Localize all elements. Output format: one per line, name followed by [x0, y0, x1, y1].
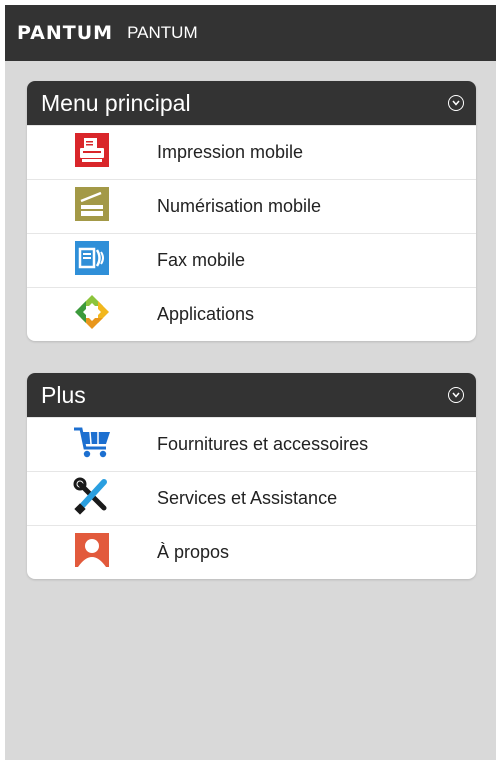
printer-icon: [75, 133, 109, 172]
chevron-down-icon[interactable]: [448, 95, 464, 111]
section-header[interactable]: Plus: [27, 373, 476, 417]
applications-icon: [73, 293, 111, 336]
shopping-cart-icon: [72, 424, 112, 465]
chevron-down-icon[interactable]: [448, 387, 464, 403]
menu-item-label: Services et Assistance: [157, 488, 338, 508]
app-title: PANTUM: [127, 23, 198, 42]
menu-item-label: Fax mobile: [157, 250, 246, 270]
menu-item-a-propos[interactable]: À propos: [27, 525, 476, 579]
menu-item-impression-mobile[interactable]: Impression mobile: [27, 125, 476, 179]
section-title: Plus: [41, 381, 86, 408]
section-plus: Plus Fournitures et accessoires Services…: [27, 373, 476, 579]
menu-item-label: Applications: [157, 304, 255, 324]
menu-item-fournitures[interactable]: Fournitures et accessoires: [27, 417, 476, 471]
menu-item-label: À propos: [157, 542, 230, 562]
menu-item-label: Numérisation mobile: [157, 196, 322, 216]
section-menu-principal: Menu principal Impression mobile Numéris…: [27, 81, 476, 341]
menu-item-label: Fournitures et accessoires: [157, 434, 369, 454]
menu-item-numerisation-mobile[interactable]: Numérisation mobile: [27, 179, 476, 233]
brand-logo: PANTUM: [17, 22, 114, 44]
scanner-icon: [75, 187, 109, 226]
app-screen: PANTUM PANTUM Menu principal Impression …: [5, 5, 496, 760]
app-bar: PANTUM PANTUM: [5, 5, 496, 61]
tools-icon: [72, 476, 112, 521]
menu-item-services-assistance[interactable]: Services et Assistance: [27, 471, 476, 525]
fax-icon: [75, 241, 109, 280]
user-profile-icon: [75, 533, 109, 572]
section-title: Menu principal: [41, 89, 191, 116]
section-header[interactable]: Menu principal: [27, 81, 476, 125]
menu-item-fax-mobile[interactable]: Fax mobile: [27, 233, 476, 287]
menu-item-label: Impression mobile: [157, 142, 304, 162]
menu-item-applications[interactable]: Applications: [27, 287, 476, 341]
